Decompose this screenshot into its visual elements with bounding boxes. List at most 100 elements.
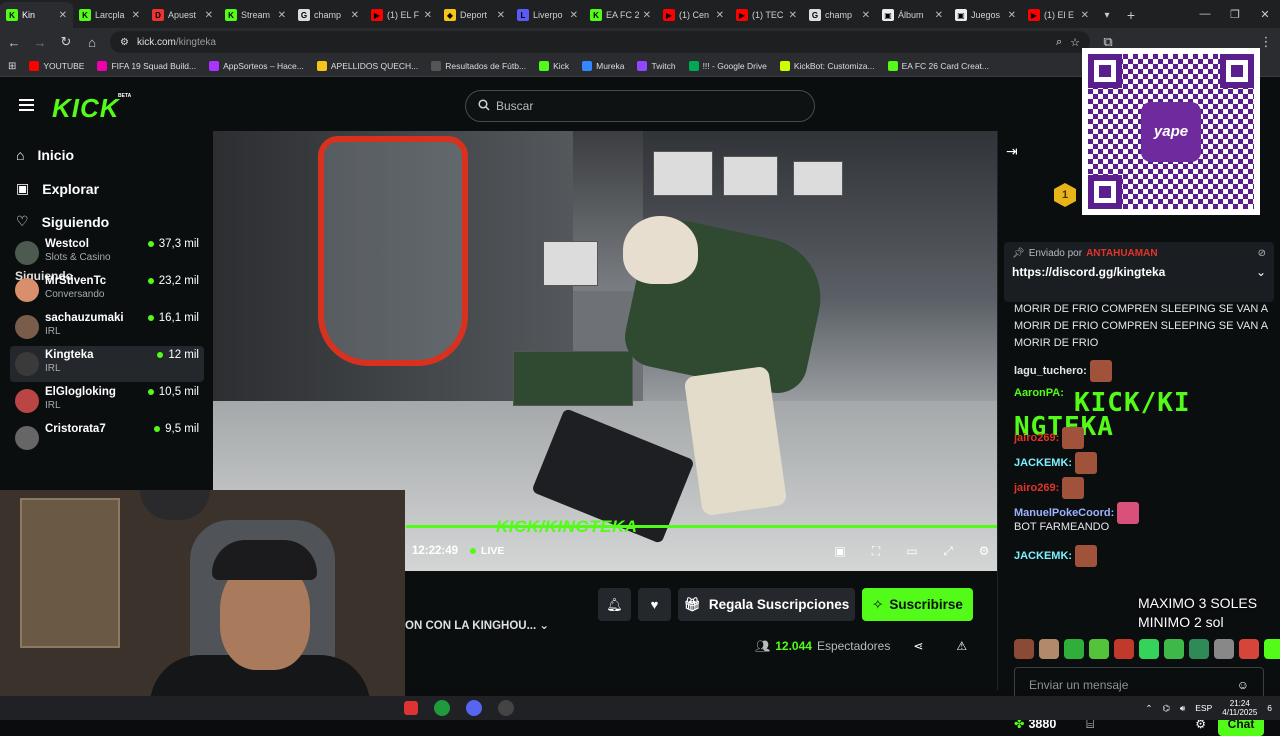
follow-heart-button[interactable]: ♥ [638, 588, 671, 621]
browser-tab[interactable]: ▣ Juegos ✕ [949, 2, 1022, 28]
browser-tab[interactable]: K Larcpla ✕ [73, 2, 146, 28]
close-tab-icon[interactable]: ✕ [205, 10, 213, 21]
emote-button[interactable] [1239, 639, 1259, 659]
emote-button[interactable] [1114, 639, 1134, 659]
emote-button[interactable] [1014, 639, 1034, 659]
clock[interactable]: 21:24 4/11/2025 [1222, 699, 1257, 717]
followed-channel[interactable]: MrStivenTc Conversando 23,2 mil [10, 272, 204, 308]
share-icon[interactable]: ⋖ [913, 639, 923, 653]
emoji-icon[interactable]: ☺ [1237, 678, 1249, 692]
taskbar-app-icon[interactable] [434, 700, 450, 716]
close-tab-icon[interactable]: ✕ [1081, 10, 1089, 21]
subscribe-button[interactable]: ✧ Suscribirse [862, 588, 973, 621]
bookmark-item[interactable]: Kick [539, 61, 569, 71]
close-tab-icon[interactable]: ✕ [278, 10, 286, 21]
collapse-chat-icon[interactable]: ⇥ [1006, 143, 1018, 160]
followed-channel[interactable]: Kingteka IRL 12 mil [10, 346, 204, 382]
kick-logo[interactable]: KICK [52, 93, 120, 124]
chat-username[interactable]: jairo269: [1014, 432, 1059, 444]
emote-button[interactable] [1064, 639, 1084, 659]
pinned-link[interactable]: https://discord.gg/kingteka ⌄ [1012, 265, 1266, 279]
followed-channel[interactable]: ElGlogloking IRL 10,5 mil [10, 383, 204, 419]
close-tab-icon[interactable]: ✕ [351, 10, 359, 21]
browser-tab[interactable]: Gchamp ✕ [803, 2, 876, 28]
site-info-icon[interactable]: ⚙ [120, 37, 129, 48]
emote-button[interactable] [1264, 639, 1280, 659]
maximize-icon[interactable]: ❐ [1220, 0, 1250, 28]
bookmark-star-icon[interactable]: ☆ [1070, 36, 1080, 49]
language-indicator[interactable]: ESP [1195, 703, 1212, 713]
chevron-down-icon[interactable]: ⌄ [1256, 265, 1266, 279]
bookmark-item[interactable]: Mureka [582, 61, 624, 71]
close-tab-icon[interactable]: ✕ [716, 10, 724, 21]
browser-tab[interactable]: K EA FC 2 ✕ [584, 2, 657, 28]
leaderboard-badge[interactable]: 1 [1054, 183, 1076, 207]
forward-icon[interactable]: → [32, 35, 48, 50]
hide-icon[interactable]: ⊘ [1258, 248, 1266, 259]
bookmark-item[interactable]: YOUTUBE [29, 61, 84, 71]
close-tab-icon[interactable]: ✕ [789, 10, 797, 21]
chevron-down-icon[interactable]: ⌄ [539, 620, 549, 632]
bookmark-item[interactable]: Twitch [637, 61, 676, 71]
close-tab-icon[interactable]: ✕ [497, 10, 505, 21]
theater-mode-icon[interactable]: ▭ [905, 544, 919, 558]
bookmark-item[interactable]: Resultados de Fútb... [431, 61, 526, 71]
close-tab-icon[interactable]: ✕ [643, 10, 651, 21]
close-tab-icon[interactable]: ✕ [935, 10, 943, 21]
close-tab-icon[interactable]: ✕ [132, 10, 140, 21]
browser-tab[interactable]: L Liverpo ✕ [511, 2, 584, 28]
menu-dots-icon[interactable]: ⋮ [1258, 34, 1274, 50]
notification-count[interactable]: 6 [1267, 703, 1272, 713]
chat-username[interactable]: AaronPA: [1014, 387, 1064, 399]
bookmark-item[interactable]: EA FC 26 Card Creat... [887, 61, 989, 71]
apps-grid-icon[interactable]: ⊞ [8, 61, 16, 72]
back-icon[interactable]: ← [6, 35, 22, 50]
emote-button[interactable] [1089, 639, 1109, 659]
gift-subscriptions-button[interactable]: 🎁︎ Regala Suscripciones [678, 588, 855, 621]
bookmark-item[interactable]: KickBot: Customiza... [779, 61, 875, 71]
network-icon[interactable]: ⌬ [1162, 703, 1169, 714]
emote-button[interactable] [1039, 639, 1059, 659]
browser-tab[interactable]: ▶ (1) Cen ✕ [657, 2, 730, 28]
browser-tab[interactable]: Gchamp ✕ [292, 2, 365, 28]
chat-username[interactable]: lagu_tuchero: [1014, 365, 1087, 377]
close-tab-icon[interactable]: ✕ [570, 10, 578, 21]
notification-bell-button[interactable]: 🔔︎ [598, 588, 631, 621]
bookmark-item[interactable]: APELLIDOS QUECH... [316, 61, 418, 71]
fullscreen-icon[interactable]: ⤢ [941, 544, 955, 558]
browser-tab[interactable]: K Stream ✕ [219, 2, 292, 28]
browser-tab[interactable]: ▣ Álbum ✕ [876, 2, 949, 28]
emote-button[interactable] [1189, 639, 1209, 659]
chat-username[interactable]: ManuelPokeCoord: [1014, 507, 1114, 519]
followed-channel[interactable]: Westcol Slots & Casino 37,3 mil [10, 235, 204, 271]
bookmark-item[interactable]: AppSorteos – Hace... [209, 61, 304, 71]
close-tab-icon[interactable]: ✕ [1008, 10, 1016, 21]
pinned-by-user[interactable]: ANTAHUAMAN [1086, 248, 1157, 259]
reload-icon[interactable]: ↻ [58, 34, 74, 50]
taskbar-app-icon[interactable] [498, 700, 514, 716]
browser-tab[interactable]: K Kin ✕ [0, 2, 73, 28]
bookmark-item[interactable]: !!! - Google Drive [688, 61, 767, 71]
taskbar-app-icon[interactable] [404, 701, 418, 715]
browser-tab[interactable]: D Apuest ✕ [146, 2, 219, 28]
bookmark-item[interactable]: FIFA 19 Squad Build... [97, 61, 196, 71]
followed-channel[interactable]: sachauzumaki IRL 16,1 mil [10, 309, 204, 345]
emote-button[interactable] [1214, 639, 1234, 659]
close-tab-icon[interactable]: ✕ [59, 10, 67, 21]
browser-tab[interactable]: ▶ (1) TEC ✕ [730, 2, 803, 28]
close-window-icon[interactable]: ✕ [1250, 0, 1280, 28]
discord-icon[interactable] [466, 700, 482, 716]
emote-button[interactable] [1164, 639, 1184, 659]
address-bar[interactable]: ⚙ kick.com/kingteka ⌕ ☆ [110, 31, 1090, 53]
browser-tab[interactable]: ▶ (1) EL F ✕ [365, 2, 438, 28]
minimize-icon[interactable]: — [1190, 0, 1220, 28]
nav-siguiendo[interactable]: ♡ Siguiendo [16, 213, 109, 230]
tray-chevron-icon[interactable]: ⌃ [1145, 703, 1152, 714]
report-icon[interactable]: ⚠ [956, 639, 967, 653]
menu-icon[interactable] [19, 99, 34, 114]
volume-icon[interactable]: 🔊︎ [1180, 703, 1185, 714]
browser-tab[interactable]: ◆ Deport ✕ [438, 2, 511, 28]
followed-channel[interactable]: Cristorata7 9,5 mil [10, 420, 204, 456]
new-tab-button[interactable]: + [1119, 2, 1143, 28]
tab-search-icon[interactable]: ▾ [1095, 2, 1119, 28]
